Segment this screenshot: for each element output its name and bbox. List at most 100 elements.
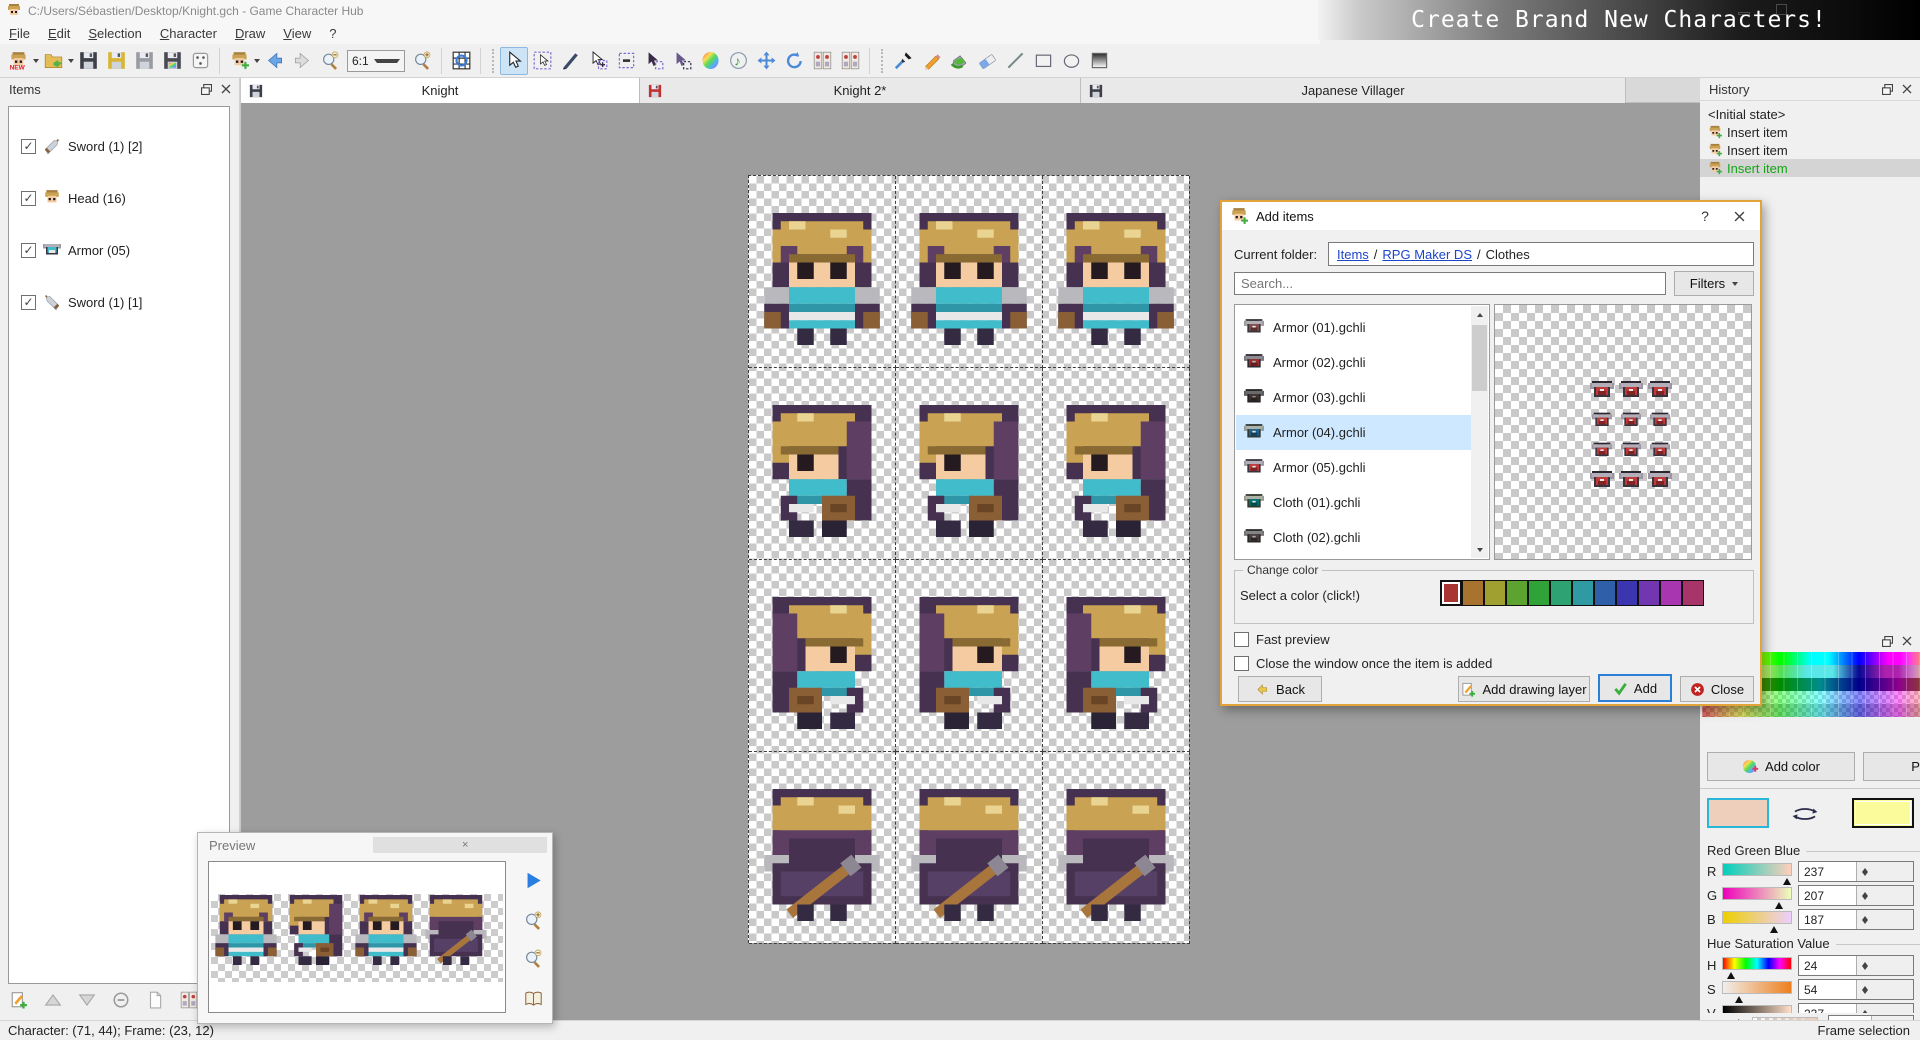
pencil-tool-button[interactable] [917,47,945,75]
line-tool-button[interactable] [1001,47,1029,75]
frames-button-a[interactable] [808,47,836,75]
close-panel-icon[interactable] [1900,82,1914,96]
color-swatch[interactable] [1660,580,1682,606]
sprite-frame[interactable] [896,560,1043,752]
float-panel-icon[interactable] [1880,634,1894,648]
color-swatch[interactable] [1594,580,1616,606]
new-character-button[interactable] [4,47,32,75]
preview-book-button[interactable] [520,985,546,1011]
item-checkbox[interactable]: ✓ [21,242,36,258]
scroll-down-icon[interactable] [1471,541,1488,558]
scroll-up-icon[interactable] [1471,306,1488,323]
add-layer-button[interactable] [6,987,31,1012]
eyedropper-tool-button[interactable] [889,47,917,75]
item-checkbox[interactable]: ✓ [21,190,36,206]
sprite-frame[interactable] [1043,176,1190,368]
save-as-button[interactable] [102,47,130,75]
tab-knight-2[interactable]: Knight 2* [640,78,1081,103]
color-swatch[interactable] [1572,580,1594,606]
scrollbar-thumb[interactable] [1472,325,1487,391]
close-panel-icon[interactable] [219,82,233,96]
file-row[interactable]: Armor (03).gchli [1236,380,1472,415]
color-swatch[interactable] [1506,580,1528,606]
b-slider[interactable] [1722,911,1792,933]
back-button[interactable]: Back [1238,676,1322,702]
add-drawing-layer-button[interactable]: Add drawing layer [1458,676,1590,702]
dialog-help-button[interactable]: ? [1692,206,1718,226]
color-swatch[interactable] [1550,580,1572,606]
history-entry-initial[interactable]: <Initial state> [1700,105,1920,123]
frame-select-tool-button[interactable] [584,47,612,75]
toolbar-drag-handle[interactable] [492,48,494,73]
s-slider[interactable] [1722,981,1792,1003]
ellipse-tool-button[interactable] [1057,47,1085,75]
menu-selection[interactable]: Selection [79,24,150,43]
file-row[interactable]: Armor (02).gchli [1236,345,1472,380]
file-row[interactable]: Armor (01).gchli [1236,310,1472,345]
sprite-frame[interactable] [1043,560,1190,752]
color-swatch[interactable] [1528,580,1550,606]
breadcrumb-link-rpg-maker-ds[interactable]: RPG Maker DS [1382,247,1472,262]
move-arrows-button[interactable] [752,47,780,75]
history-entry[interactable]: Insert item [1700,141,1920,159]
duplicate-item-button[interactable] [142,987,167,1012]
move-down-button[interactable] [74,987,99,1012]
item-row-armor[interactable]: ✓ Armor (05) [21,239,130,261]
g-input[interactable]: 207 [1798,885,1914,906]
remove-item-button[interactable] [108,987,133,1012]
swap-colors-icon[interactable] [1792,806,1818,822]
zoom-level-select[interactable]: 6:1 [347,49,405,72]
color-swatch[interactable] [1638,580,1660,606]
sprite-frame[interactable] [896,176,1043,368]
color-swatch[interactable] [1462,580,1484,606]
item-checkbox[interactable]: ✓ [21,294,36,310]
h-input[interactable]: 24 [1798,955,1914,976]
file-row[interactable]: Cloth (02).gchli [1236,520,1472,555]
tab-japanese-villager[interactable]: Japanese Villager [1081,78,1626,103]
primary-color-swatch[interactable] [1707,798,1769,828]
fast-preview-checkbox[interactable] [1234,632,1249,647]
close-button[interactable]: Close [1680,676,1754,702]
item-row-head[interactable]: ✓ Head (16) [21,187,126,209]
file-row-selected[interactable]: Armor (04).gchli [1236,415,1472,450]
sprite-frame[interactable] [1043,752,1190,944]
palette-dropdown-button[interactable]: Palette [1863,752,1920,781]
save-all-button[interactable] [130,47,158,75]
h-spinner[interactable] [1855,956,1913,975]
g-spinner[interactable] [1855,886,1913,905]
open-file-button[interactable] [39,47,67,75]
preview-zoom-out-button[interactable] [520,945,546,971]
color-swatch-selected[interactable] [1440,580,1462,606]
b-input[interactable]: 187 [1798,909,1914,930]
pen-tool-button[interactable] [556,47,584,75]
dialog-close-button[interactable] [1726,206,1752,226]
item-row-sword-2[interactable]: ✓ Sword (1) [2] [21,135,142,157]
promo-banner[interactable]: Create Brand New Characters! [1318,0,1920,40]
color-wheel-button[interactable] [696,47,724,75]
b-spinner[interactable] [1855,910,1913,929]
remove-selection-button[interactable] [612,47,640,75]
float-panel-icon[interactable] [199,82,213,96]
add-button[interactable]: Add [1598,674,1672,702]
file-list-scrollbar[interactable] [1471,306,1488,558]
breadcrumb-link-items[interactable]: Items [1337,247,1369,262]
frames-button-b[interactable] [836,47,864,75]
minimize-icon[interactable] [1738,12,1750,15]
sprite-frame[interactable] [896,368,1043,560]
search-input[interactable] [1234,272,1666,295]
rectangle-tool-button[interactable] [1029,47,1057,75]
r-slider[interactable] [1722,863,1792,885]
h-slider[interactable] [1722,957,1792,979]
random-character-button[interactable] [186,47,214,75]
sprite-frame[interactable] [749,560,896,752]
color-swatch[interactable] [1616,580,1638,606]
undo-button[interactable] [260,47,288,75]
save-button[interactable] [74,47,102,75]
rotate-button[interactable] [780,47,808,75]
item-checkbox[interactable]: ✓ [21,138,36,154]
s-input[interactable]: 54 [1798,979,1914,1000]
rect-select-tool-button[interactable] [528,47,556,75]
redo-button[interactable] [288,47,316,75]
menu-edit[interactable]: Edit [39,24,79,43]
r-input[interactable]: 237 [1798,861,1914,882]
